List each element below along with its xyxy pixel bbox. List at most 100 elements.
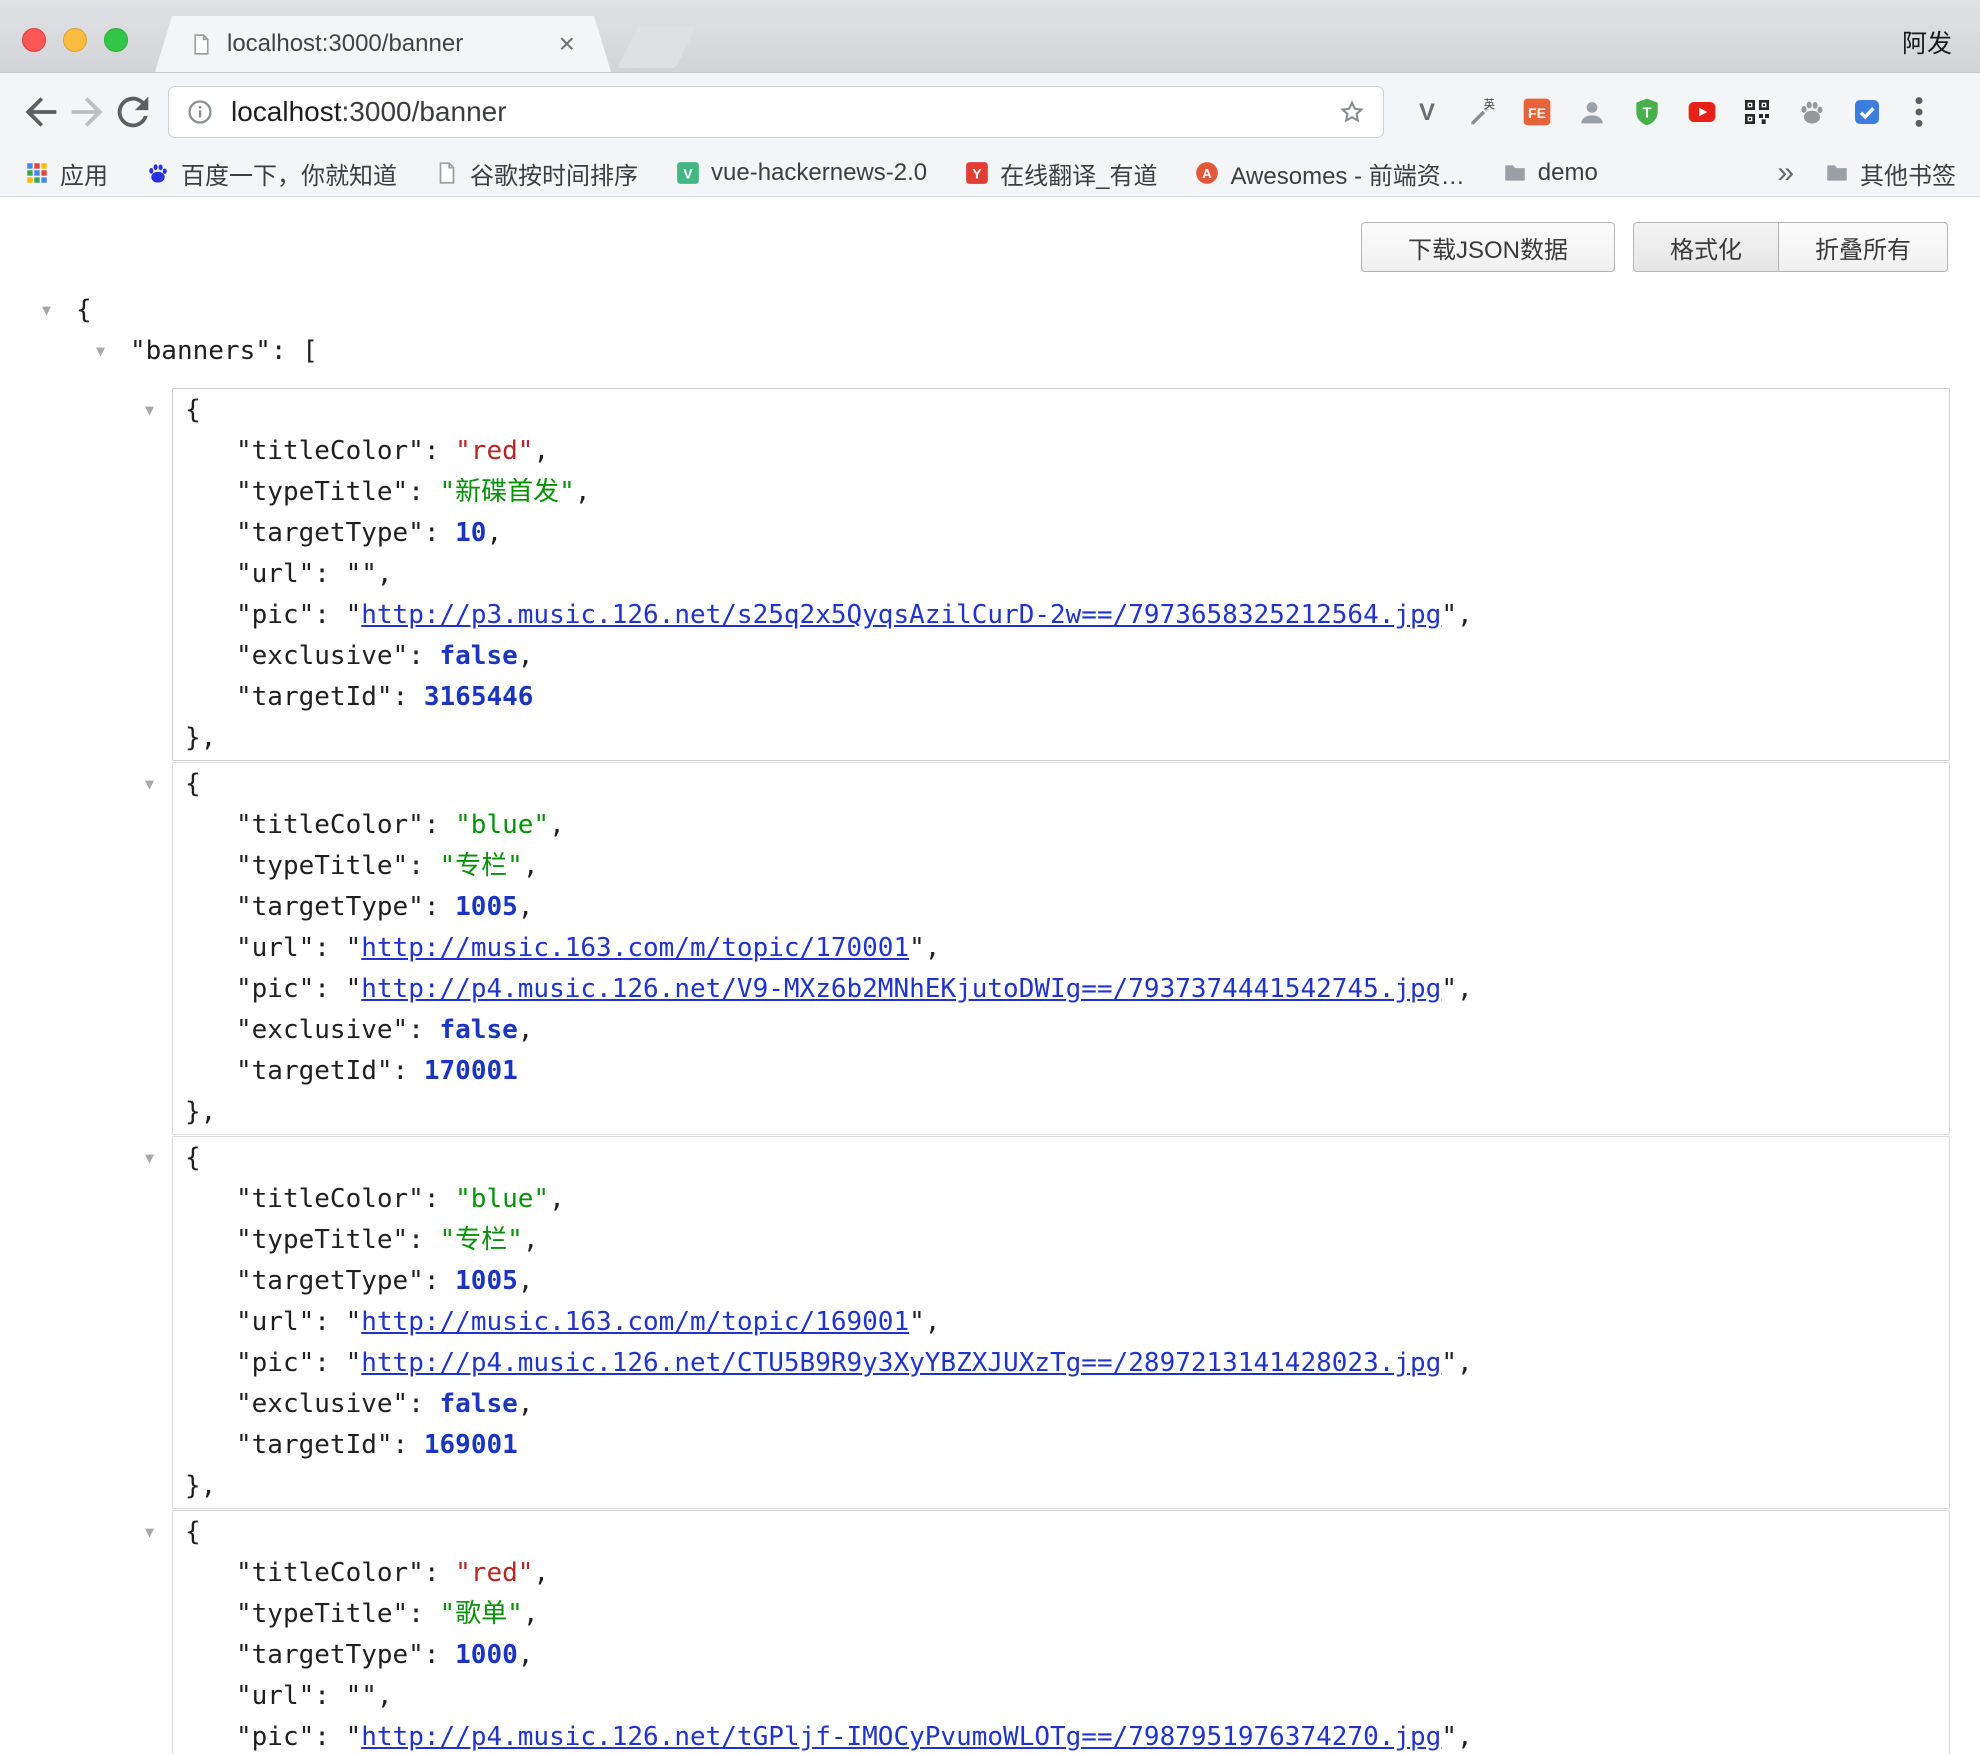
other-bookmarks[interactable]: 其他书签 bbox=[1824, 156, 1956, 191]
json-line: }, bbox=[173, 718, 1949, 759]
collapse-toggle-icon[interactable]: ▼ bbox=[145, 1138, 154, 1179]
paw-extension-icon[interactable] bbox=[1793, 93, 1831, 131]
json-line: "targetId": 3165446 bbox=[173, 677, 1949, 718]
new-tab-button[interactable] bbox=[617, 26, 696, 68]
json-object-block: ▼{"titleColor": "blue","typeTitle": "专栏"… bbox=[172, 1136, 1950, 1509]
json-url-link[interactable]: http://music.163.com/m/topic/169001 bbox=[361, 1307, 909, 1337]
json-tree: ▼{▼"banners": [▼{"titleColor": "red","ty… bbox=[0, 290, 1980, 1754]
json-line: "targetId": 169001 bbox=[173, 1425, 1949, 1466]
json-url-link[interactable]: http://p4.music.126.net/tGPljf-IMOCyPvum… bbox=[361, 1722, 1441, 1752]
greenshield-extension-icon[interactable]: T bbox=[1628, 93, 1666, 131]
json-line: "exclusive": false, bbox=[173, 1384, 1949, 1425]
collapse-toggle-icon[interactable]: ▼ bbox=[145, 764, 154, 805]
tab-close-icon[interactable]: × bbox=[557, 30, 577, 58]
json-line: "url": "http://music.163.com/m/topic/169… bbox=[173, 1302, 1949, 1343]
json-url-link[interactable]: http://p4.music.126.net/V9-MXz6b2MNhEKju… bbox=[361, 974, 1441, 1004]
person-extension-icon[interactable] bbox=[1573, 93, 1611, 131]
tab-title: localhost:3000/banner bbox=[227, 30, 544, 58]
json-line: "pic": "http://p4.music.126.net/CTU5B9R9… bbox=[173, 1343, 1949, 1384]
bookmark-item[interactable]: 百度一下，你就知道 bbox=[145, 156, 397, 191]
collapse-all-button[interactable]: 折叠所有 bbox=[1778, 222, 1948, 272]
json-line: "exclusive": false, bbox=[173, 636, 1949, 677]
bookmark-item[interactable]: 应用 bbox=[24, 156, 108, 191]
json-object-block: ▼{"titleColor": "blue","typeTitle": "专栏"… bbox=[172, 762, 1950, 1135]
json-line: "titleColor": "red", bbox=[173, 1553, 1949, 1594]
json-line: }, bbox=[173, 1092, 1949, 1133]
youtube-extension-icon[interactable] bbox=[1683, 93, 1721, 131]
folder-icon bbox=[1502, 160, 1528, 186]
baidu-icon bbox=[145, 160, 171, 186]
bookmark-item[interactable]: A Awesomes - 前端资… bbox=[1194, 156, 1464, 191]
qr-extension-icon[interactable] bbox=[1738, 93, 1776, 131]
svg-text:A: A bbox=[1203, 166, 1213, 181]
bookmark-label: 百度一下，你就知道 bbox=[181, 156, 397, 191]
title-bar: localhost:3000/banner × 阿发 bbox=[0, 0, 1980, 73]
browser-toolbar: localhost:3000/banner V英 FE T bbox=[0, 73, 1980, 150]
back-icon[interactable] bbox=[18, 89, 64, 135]
fehelper-extension-icon[interactable]: FE bbox=[1518, 93, 1556, 131]
collapse-toggle-icon[interactable]: ▼ bbox=[145, 1512, 154, 1553]
address-bar[interactable]: localhost:3000/banner bbox=[168, 86, 1384, 138]
json-line: ▼{ bbox=[173, 390, 1949, 431]
bookmark-label: vue-hackernews-2.0 bbox=[711, 159, 927, 187]
json-line: "typeTitle": "歌单", bbox=[173, 1594, 1949, 1635]
bookmarks-bar: 应用 百度一下，你就知道 谷歌按时间排序 Vvue-hackernews-2.0 Y在线… bbox=[0, 150, 1980, 197]
json-line: "targetType": 10, bbox=[173, 513, 1949, 554]
bookmark-item[interactable]: 谷歌按时间排序 bbox=[434, 156, 638, 191]
json-line: ▼{ bbox=[0, 290, 1980, 331]
page-actions: 下载JSON数据 格式化 折叠所有 bbox=[0, 222, 1948, 272]
json-url-link[interactable]: http://music.163.com/m/topic/170001 bbox=[361, 933, 909, 963]
apps-icon bbox=[24, 160, 50, 186]
collapse-toggle-icon[interactable]: ▼ bbox=[42, 290, 51, 331]
json-line: "url": "", bbox=[173, 554, 1949, 595]
browser-tab[interactable]: localhost:3000/banner × bbox=[155, 16, 611, 72]
url-text[interactable]: localhost:3000/banner bbox=[231, 96, 1337, 128]
reload-icon[interactable] bbox=[110, 89, 156, 135]
bookmark-item[interactable]: demo bbox=[1502, 159, 1598, 187]
folder-icon bbox=[1824, 160, 1850, 186]
json-line: "titleColor": "blue", bbox=[173, 805, 1949, 846]
bookmark-label: Awesomes - 前端资… bbox=[1230, 156, 1464, 191]
fullscreen-window-icon[interactable] bbox=[104, 28, 128, 52]
browser-window: localhost:3000/banner × 阿发 localhost:300… bbox=[0, 0, 1980, 1754]
translate-extension-icon[interactable]: 英 bbox=[1463, 93, 1501, 131]
json-line: "pic": "http://p4.music.126.net/V9-MXz6b… bbox=[173, 969, 1949, 1010]
youdao-icon: Y bbox=[964, 160, 990, 186]
json-line: "typeTitle": "专栏", bbox=[173, 1220, 1949, 1261]
svg-text:T: T bbox=[1643, 105, 1652, 121]
bookmark-label: demo bbox=[1538, 159, 1598, 187]
json-line: "pic": "http://p3.music.126.net/s25q2x5Q… bbox=[173, 595, 1949, 636]
info-icon[interactable] bbox=[185, 97, 215, 127]
page-content: 下载JSON数据 格式化 折叠所有 ▼{▼"banners": [▼{"titl… bbox=[0, 197, 1980, 1754]
bookmark-label: 应用 bbox=[60, 156, 108, 191]
forward-icon[interactable] bbox=[64, 89, 110, 135]
bookmark-item[interactable]: Y在线翻译_有道 bbox=[964, 156, 1157, 191]
format-button[interactable]: 格式化 bbox=[1633, 222, 1779, 272]
close-window-icon[interactable] bbox=[22, 28, 46, 52]
bookmark-item[interactable]: Vvue-hackernews-2.0 bbox=[675, 159, 927, 187]
collapse-toggle-icon[interactable]: ▼ bbox=[145, 390, 154, 431]
star-icon[interactable] bbox=[1337, 97, 1367, 127]
window-controls bbox=[22, 28, 128, 52]
svg-text:FE: FE bbox=[1528, 105, 1546, 121]
extensions-row: V英 FE T bbox=[1408, 93, 1886, 131]
minimize-window-icon[interactable] bbox=[63, 28, 87, 52]
download-json-button[interactable]: 下载JSON数据 bbox=[1361, 222, 1615, 272]
doc-icon bbox=[434, 160, 460, 186]
json-line: "targetType": 1005, bbox=[173, 1261, 1949, 1302]
json-line: ▼{ bbox=[173, 764, 1949, 805]
bookmarks-overflow-icon[interactable]: » bbox=[1777, 158, 1794, 188]
svg-text:Y: Y bbox=[972, 165, 982, 181]
json-object-block: ▼{"titleColor": "red","typeTitle": "新碟首发… bbox=[172, 388, 1950, 761]
awesomes-icon: A bbox=[1194, 160, 1220, 186]
blueshield-extension-icon[interactable] bbox=[1848, 93, 1886, 131]
collapse-toggle-icon[interactable]: ▼ bbox=[96, 331, 105, 372]
vimium-extension-icon[interactable]: V bbox=[1408, 93, 1446, 131]
json-line: "targetType": 1005, bbox=[173, 887, 1949, 928]
json-url-link[interactable]: http://p3.music.126.net/s25q2x5QyqsAzilC… bbox=[361, 600, 1441, 630]
json-line: }, bbox=[173, 1466, 1949, 1507]
json-url-link[interactable]: http://p4.music.126.net/CTU5B9R9y3XyYBZX… bbox=[361, 1348, 1441, 1378]
profile-name[interactable]: 阿发 bbox=[1902, 24, 1952, 60]
menu-kebab-icon[interactable] bbox=[1898, 91, 1940, 133]
json-line: ▼{ bbox=[173, 1512, 1949, 1553]
